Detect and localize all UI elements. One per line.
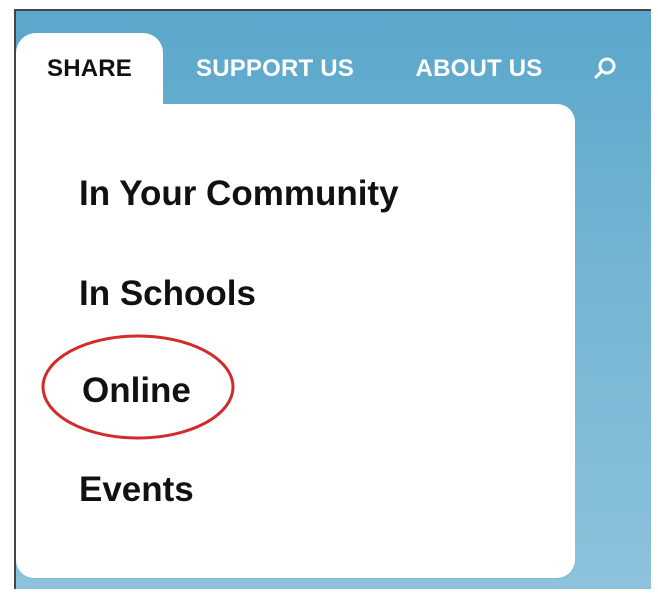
tab-share[interactable]: SHARE: [16, 33, 163, 105]
screenshot-frame: SHARE SUPPORT US ABOUT US In Your Commun…: [2, 2, 651, 592]
tab-support-us[interactable]: SUPPORT US: [194, 33, 356, 105]
search-icon: [592, 56, 618, 82]
menu-item-events[interactable]: Events: [79, 472, 194, 507]
menu-item-label: Online: [82, 371, 191, 410]
menu-item-label: Events: [79, 470, 194, 509]
menu-item-in-schools[interactable]: In Schools: [79, 276, 256, 311]
menu-item-in-your-community[interactable]: In Your Community: [79, 176, 399, 211]
search-button[interactable]: [592, 33, 622, 105]
share-dropdown-menu: In Your Community In Schools Online Even…: [16, 104, 575, 578]
menu-item-label: In Schools: [79, 274, 256, 313]
tab-support-us-label: SUPPORT US: [195, 55, 355, 82]
tab-share-label: SHARE: [46, 55, 132, 82]
menu-item-label: In Your Community: [79, 174, 399, 213]
tab-about-us-label: ABOUT US: [415, 55, 543, 82]
top-nav: SHARE SUPPORT US ABOUT US: [16, 33, 636, 105]
menu-item-online[interactable]: Online: [82, 373, 191, 408]
tab-about-us[interactable]: ABOUT US: [414, 33, 544, 105]
